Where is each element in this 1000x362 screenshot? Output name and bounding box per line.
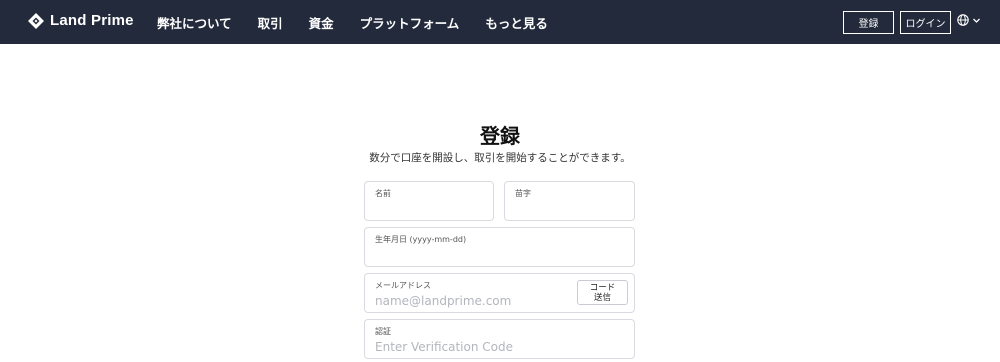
brand-logo[interactable]: Land Prime <box>28 12 134 29</box>
globe-icon <box>957 14 969 26</box>
page-subtitle: 数分で口座を開設し、取引を開始することができます。 <box>369 152 631 164</box>
email-placeholder: name@landprime.com <box>375 294 512 308</box>
first-name-label: 名前 <box>375 189 391 198</box>
birthdate-field[interactable]: 生年月日 (yyyy-mm-dd) <box>364 227 635 267</box>
verification-code-field[interactable]: 認証 Enter Verification Code <box>364 319 635 359</box>
verification-code-placeholder: Enter Verification Code <box>375 340 513 354</box>
nav-funding[interactable]: 資金 <box>309 13 334 32</box>
birthdate-label: 生年月日 (yyyy-mm-dd) <box>375 235 467 244</box>
main-nav: 弊社について 取引 資金 プラットフォーム もっと見る <box>157 0 574 44</box>
chevron-down-icon <box>972 16 981 25</box>
last-name-field[interactable]: 苗字 <box>504 181 635 221</box>
logo-diamond-icon <box>28 12 44 29</box>
send-code-label-line1: コード <box>589 283 616 293</box>
language-selector[interactable] <box>957 14 981 26</box>
nav-trading[interactable]: 取引 <box>258 13 283 32</box>
email-label: メールアドレス <box>375 281 431 290</box>
nav-more[interactable]: もっと見る <box>485 13 548 32</box>
last-name-label: 苗字 <box>515 189 531 198</box>
page-title: 登録 <box>480 124 520 148</box>
verification-code-label: 認証 <box>375 327 391 336</box>
top-navigation-bar: Land Prime 弊社について 取引 資金 プラットフォーム もっと見る 登… <box>0 0 1000 44</box>
send-code-label-line2: 送信 <box>593 293 611 303</box>
nav-platform[interactable]: プラットフォーム <box>360 13 460 32</box>
register-button[interactable]: 登録 <box>843 11 894 34</box>
send-code-button[interactable]: コード 送信 <box>577 280 628 305</box>
first-name-field[interactable]: 名前 <box>364 181 494 221</box>
nav-about[interactable]: 弊社について <box>157 13 232 32</box>
login-button[interactable]: ログイン <box>900 11 951 34</box>
email-field[interactable]: メールアドレス name@landprime.com コード 送信 <box>364 273 635 313</box>
brand-name: Land Prime <box>50 12 134 29</box>
